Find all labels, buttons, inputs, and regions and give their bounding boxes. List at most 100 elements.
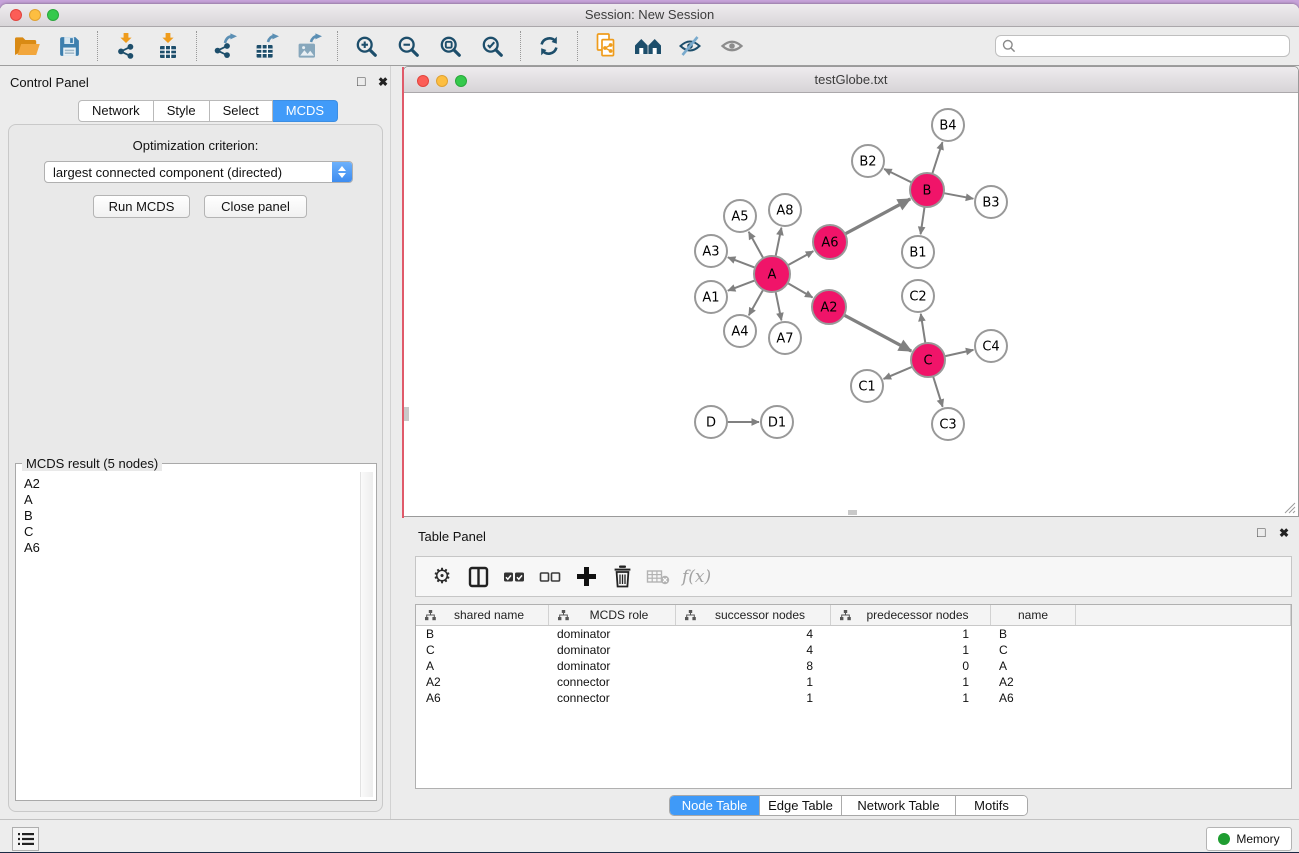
show-graphics-details-button[interactable] xyxy=(716,30,748,62)
table-row[interactable]: Bdominator41B xyxy=(416,626,1291,642)
node-label-C4: C4 xyxy=(982,340,999,355)
minimize-window-icon[interactable] xyxy=(29,9,41,21)
tab-node-table[interactable]: Node Table xyxy=(670,796,760,815)
criterion-select[interactable]: largest connected component (directed) xyxy=(44,161,353,183)
zoom-out-button[interactable] xyxy=(392,30,424,62)
zoom-fit-button[interactable] xyxy=(434,30,466,62)
mcds-result-item[interactable]: A2 xyxy=(24,476,40,492)
open-session-button[interactable] xyxy=(11,30,43,62)
network-canvas[interactable]: AA1A2A3A4A5A6A7A8BB1B2B3B4CC1C2C3C4DD1 xyxy=(404,93,1298,517)
zoom-window-icon[interactable] xyxy=(47,9,59,21)
edge-A6-B[interactable] xyxy=(844,199,910,234)
mcds-result-item[interactable]: A xyxy=(24,492,40,508)
table-row[interactable]: A2connector11A2 xyxy=(416,674,1291,690)
cell: 1 xyxy=(831,691,991,705)
edge-A-A7[interactable] xyxy=(775,291,781,321)
add-column-button[interactable] xyxy=(571,562,601,592)
edge-C-C4[interactable] xyxy=(944,350,974,357)
network-minimize-icon[interactable] xyxy=(436,75,448,87)
network-zoom-icon[interactable] xyxy=(455,75,467,87)
edge-A-A3[interactable] xyxy=(728,257,756,268)
delete-columns-button[interactable] xyxy=(607,562,637,592)
column-header-shared-name[interactable]: shared name xyxy=(416,605,549,625)
export-table-button[interactable] xyxy=(251,30,283,62)
tab-network-table[interactable]: Network Table xyxy=(842,796,956,815)
export-table-icon xyxy=(254,33,280,59)
import-network-button[interactable] xyxy=(110,30,142,62)
search-box[interactable] xyxy=(995,35,1290,57)
deselect-all-button[interactable] xyxy=(535,562,565,592)
edge-A2-C[interactable] xyxy=(843,315,911,351)
float-table-panel-icon[interactable]: □ xyxy=(1257,524,1265,540)
table-tabs: Node TableEdge TableNetwork TableMotifs xyxy=(669,795,1028,816)
edge-B-B2[interactable] xyxy=(884,169,912,183)
export-image-button[interactable] xyxy=(293,30,325,62)
edge-C-C2[interactable] xyxy=(921,314,926,344)
mcds-result-item[interactable]: B xyxy=(24,508,40,524)
select-all-button[interactable] xyxy=(499,562,529,592)
tab-motifs[interactable]: Motifs xyxy=(956,796,1027,815)
close-panel-button[interactable]: Close panel xyxy=(204,195,307,218)
tab-mcds[interactable]: MCDS xyxy=(273,100,338,122)
network-scrollbar-bottom[interactable] xyxy=(848,510,857,515)
edge-B-B1[interactable] xyxy=(921,206,925,234)
edge-C-C3[interactable] xyxy=(933,375,943,407)
mcds-result-scrollbar[interactable] xyxy=(360,472,373,797)
edge-B-B3[interactable] xyxy=(943,193,974,199)
edge-A-A5[interactable] xyxy=(749,232,764,259)
close-window-icon[interactable] xyxy=(10,9,22,21)
mcds-result-item[interactable]: A6 xyxy=(24,540,40,556)
resize-grip-icon[interactable] xyxy=(1284,502,1296,514)
show-panels-list-button[interactable] xyxy=(12,827,39,851)
tab-select[interactable]: Select xyxy=(210,100,273,122)
edge-A-A6[interactable] xyxy=(787,251,813,266)
edge-A-A8[interactable] xyxy=(775,228,781,258)
function-builder-button[interactable]: f(x) xyxy=(682,567,711,587)
column-header-successor-nodes[interactable]: successor nodes xyxy=(676,605,831,625)
table-row[interactable]: Cdominator41C xyxy=(416,642,1291,658)
edge-A-A1[interactable] xyxy=(728,280,756,291)
refresh-button[interactable] xyxy=(533,30,565,62)
memory-button[interactable]: Memory xyxy=(1206,827,1292,851)
tab-network[interactable]: Network xyxy=(78,100,154,122)
network-close-icon[interactable] xyxy=(417,75,429,87)
float-panel-icon[interactable]: □ xyxy=(357,73,365,89)
edge-A-A4[interactable] xyxy=(749,289,764,315)
network-titlebar: testGlobe.txt xyxy=(404,67,1298,93)
cell: 1 xyxy=(831,627,991,641)
import-table-button[interactable] xyxy=(152,30,184,62)
hide-graphics-details-button[interactable] xyxy=(674,30,706,62)
column-header-MCDS-role[interactable]: MCDS role xyxy=(549,605,676,625)
table-options-button[interactable]: ⚙ xyxy=(427,562,457,592)
edge-C-C1[interactable] xyxy=(884,366,914,379)
close-panel-icon[interactable]: ✖ xyxy=(378,74,388,90)
column-header-predecessor-nodes[interactable]: predecessor nodes xyxy=(831,605,991,625)
houses-icon xyxy=(634,35,662,57)
new-session-from-network-button[interactable] xyxy=(590,30,622,62)
control-panel-title: Control Panel xyxy=(10,75,89,90)
tab-edge-table[interactable]: Edge Table xyxy=(760,796,842,815)
table-row[interactable]: A6connector11A6 xyxy=(416,690,1291,706)
export-network-button[interactable] xyxy=(209,30,241,62)
destroy-table-button[interactable] xyxy=(643,562,673,592)
close-table-panel-icon[interactable]: ✖ xyxy=(1279,525,1289,541)
tab-style[interactable]: Style xyxy=(154,100,210,122)
zoom-in-button[interactable] xyxy=(350,30,382,62)
save-session-button[interactable] xyxy=(53,30,85,62)
show-columns-button[interactable] xyxy=(463,562,493,592)
search-input[interactable] xyxy=(1020,37,1289,55)
zoom-selected-button[interactable] xyxy=(476,30,508,62)
network-scrollbar-left[interactable] xyxy=(404,407,409,421)
columns-icon xyxy=(468,566,489,588)
home-networks-button[interactable] xyxy=(632,30,664,62)
table-row[interactable]: Adominator80A xyxy=(416,658,1291,674)
mcds-result-item[interactable]: C xyxy=(24,524,40,540)
toolbar-separator xyxy=(337,31,338,61)
optimization-criterion-label: Optimization criterion: xyxy=(9,138,382,153)
edge-B-B4[interactable] xyxy=(932,142,943,175)
edge-A-A2[interactable] xyxy=(787,283,813,298)
column-header-name[interactable]: name xyxy=(991,605,1076,625)
run-mcds-button[interactable]: Run MCDS xyxy=(93,195,190,218)
node-label-C: C xyxy=(923,354,932,369)
select-stepper-icon[interactable] xyxy=(332,162,352,182)
